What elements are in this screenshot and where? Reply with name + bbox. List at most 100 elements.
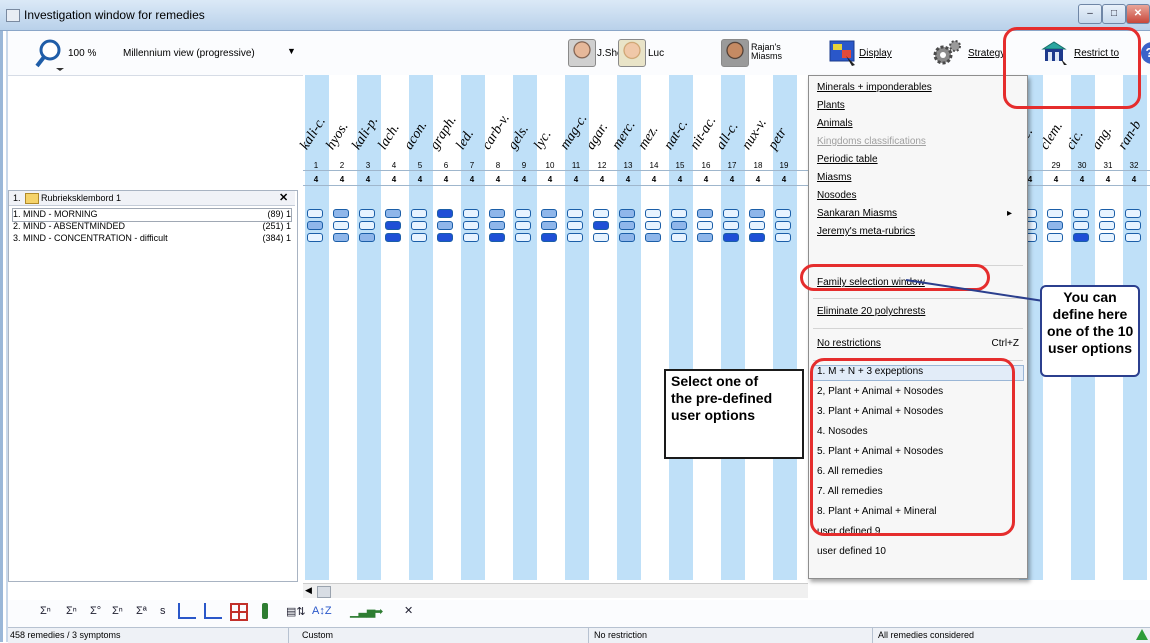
sherr-avatar-icon[interactable] bbox=[568, 39, 596, 67]
luc-avatar-icon[interactable] bbox=[618, 39, 646, 67]
menu-item-kingdom[interactable]: Animals bbox=[817, 118, 1017, 132]
symptom-cell[interactable] bbox=[307, 221, 323, 230]
symptom-cell[interactable] bbox=[1099, 221, 1115, 230]
menu-item-kingdom[interactable]: Nosodes bbox=[817, 190, 1017, 204]
grid-table-icon[interactable] bbox=[230, 603, 248, 621]
menu-item-kingdom[interactable]: Plants bbox=[817, 100, 1017, 114]
symptom-cell[interactable] bbox=[489, 221, 505, 230]
strategy-gears-icon[interactable] bbox=[930, 38, 964, 68]
symptom-cell[interactable] bbox=[333, 209, 349, 218]
symptom-cell[interactable] bbox=[749, 209, 765, 218]
symptom-cell[interactable] bbox=[567, 233, 583, 242]
rajan-miasms-button[interactable]: Rajan's Miasms bbox=[751, 43, 782, 61]
symptom-cell[interactable] bbox=[567, 209, 583, 218]
symptom-cell[interactable] bbox=[359, 233, 375, 242]
view-selector[interactable]: Millennium view (progressive) bbox=[123, 48, 255, 59]
menu-item-kingdom[interactable]: Periodic table bbox=[817, 154, 1017, 168]
sum-a-icon[interactable]: Σª bbox=[136, 605, 147, 617]
symptom-count-icon[interactable]: s bbox=[160, 605, 166, 617]
symptom-cell[interactable] bbox=[489, 233, 505, 242]
menu-item-kingdom[interactable]: Minerals + imponderables bbox=[817, 82, 1017, 96]
symptom-cell[interactable] bbox=[359, 221, 375, 230]
symptom-cell[interactable] bbox=[775, 209, 791, 218]
symptom-cell[interactable] bbox=[307, 233, 323, 242]
help-icon[interactable]: ? bbox=[1141, 42, 1150, 64]
zoom-level[interactable]: 100 % bbox=[68, 48, 96, 59]
symptom-cell[interactable] bbox=[619, 209, 635, 218]
symptom-cell[interactable] bbox=[1099, 209, 1115, 218]
symptom-cell[interactable] bbox=[723, 221, 739, 230]
symptom-cell[interactable] bbox=[1125, 221, 1141, 230]
symptom-cell[interactable] bbox=[307, 209, 323, 218]
symptom-cell[interactable] bbox=[671, 209, 687, 218]
luc-button[interactable]: Luc bbox=[648, 48, 664, 59]
horizontal-scrollbar[interactable]: ◀ bbox=[303, 583, 808, 598]
symptom-cell[interactable] bbox=[437, 221, 453, 230]
zoom-magnifier-icon[interactable] bbox=[34, 37, 66, 71]
clipboard-header[interactable]: 1. Rubrieksklembord 1 ✕ bbox=[9, 191, 295, 206]
display-icon[interactable] bbox=[828, 38, 858, 68]
menu-item-kingdom[interactable]: Jeremy's meta-rubrics bbox=[817, 226, 1017, 240]
status-up-arrow-icon[interactable] bbox=[1136, 629, 1148, 640]
symptom-cell[interactable] bbox=[775, 221, 791, 230]
symptom-cell[interactable] bbox=[1047, 221, 1063, 230]
symptom-cell[interactable] bbox=[697, 221, 713, 230]
symptom-cell[interactable] bbox=[749, 233, 765, 242]
maximize-button[interactable]: □ bbox=[1102, 4, 1126, 24]
menu-item-user-option[interactable]: user defined 10 bbox=[817, 546, 1017, 560]
symptom-cell[interactable] bbox=[593, 221, 609, 230]
symptom-cell[interactable] bbox=[463, 209, 479, 218]
symptom-cell[interactable] bbox=[1073, 209, 1089, 218]
scroll-thumb[interactable] bbox=[317, 586, 331, 598]
symptom-cell[interactable] bbox=[645, 233, 661, 242]
scroll-left-arrow-icon[interactable]: ◀ bbox=[305, 585, 312, 596]
close-button[interactable]: ✕ bbox=[1126, 4, 1150, 24]
symptom-cell[interactable] bbox=[385, 221, 401, 230]
display-button[interactable]: Display bbox=[859, 48, 892, 59]
symptom-cell[interactable] bbox=[411, 233, 427, 242]
sum-ratio-icon[interactable]: Σ° bbox=[90, 605, 101, 617]
symptom-cell[interactable] bbox=[619, 221, 635, 230]
minimize-button[interactable]: – bbox=[1078, 4, 1102, 24]
symptom-cell[interactable] bbox=[333, 233, 349, 242]
symptom-cell[interactable] bbox=[437, 209, 453, 218]
rajan-avatar-icon[interactable] bbox=[721, 39, 749, 67]
symptom-row[interactable]: 1. MIND - MORNING (89) 1 bbox=[12, 208, 292, 222]
symptom-cell[interactable] bbox=[541, 209, 557, 218]
symptom-cell[interactable] bbox=[1073, 221, 1089, 230]
symptom-cell[interactable] bbox=[1099, 233, 1115, 242]
symptom-cell[interactable] bbox=[437, 233, 453, 242]
sort-az-icon[interactable]: A↕Z bbox=[312, 605, 332, 617]
close-x-icon[interactable]: ✕ bbox=[404, 604, 413, 617]
symptom-cell[interactable] bbox=[1047, 209, 1063, 218]
bar-chart-icon[interactable] bbox=[178, 603, 196, 619]
symptom-cell[interactable] bbox=[1125, 209, 1141, 218]
menu-item-eliminate-polychrests[interactable]: Eliminate 20 polychrests bbox=[817, 306, 1017, 320]
symptom-cell[interactable] bbox=[645, 221, 661, 230]
symptom-cell[interactable] bbox=[463, 221, 479, 230]
symptom-cell[interactable] bbox=[411, 209, 427, 218]
clipboard-close-icon[interactable]: ✕ bbox=[279, 191, 288, 204]
sum-alt-icon[interactable]: Σⁿ bbox=[66, 605, 77, 617]
symptom-cell[interactable] bbox=[723, 233, 739, 242]
bar-chart-alt-icon[interactable] bbox=[204, 603, 222, 619]
sum-icon[interactable]: Σⁿ bbox=[40, 605, 51, 617]
bar-export-icon[interactable]: ▁▃▅ bbox=[350, 605, 375, 618]
symptom-cell[interactable] bbox=[671, 221, 687, 230]
symptom-cell[interactable] bbox=[333, 221, 349, 230]
menu-item-kingdom[interactable]: Sankaran Miasms bbox=[817, 208, 1017, 222]
menu-item-kingdom[interactable]: Miasms bbox=[817, 172, 1017, 186]
symptom-cell[interactable] bbox=[515, 209, 531, 218]
symptom-row[interactable]: 2. MIND - ABSENTMINDED (251) 1 bbox=[13, 221, 291, 233]
symptom-cell[interactable] bbox=[1125, 233, 1141, 242]
bottle-icon[interactable] bbox=[262, 603, 268, 619]
symptom-cell[interactable] bbox=[515, 233, 531, 242]
symptom-cell[interactable] bbox=[593, 209, 609, 218]
symptom-cell[interactable] bbox=[567, 221, 583, 230]
strategy-button[interactable]: Strategy bbox=[968, 48, 1005, 59]
symptom-row[interactable]: 3. MIND - CONCENTRATION - difficult (384)… bbox=[13, 233, 291, 245]
symptom-cell[interactable] bbox=[775, 233, 791, 242]
symptom-cell[interactable] bbox=[697, 233, 713, 242]
symptom-cell[interactable] bbox=[1073, 233, 1089, 242]
arrow-export-icon[interactable]: ➡ bbox=[374, 605, 383, 618]
